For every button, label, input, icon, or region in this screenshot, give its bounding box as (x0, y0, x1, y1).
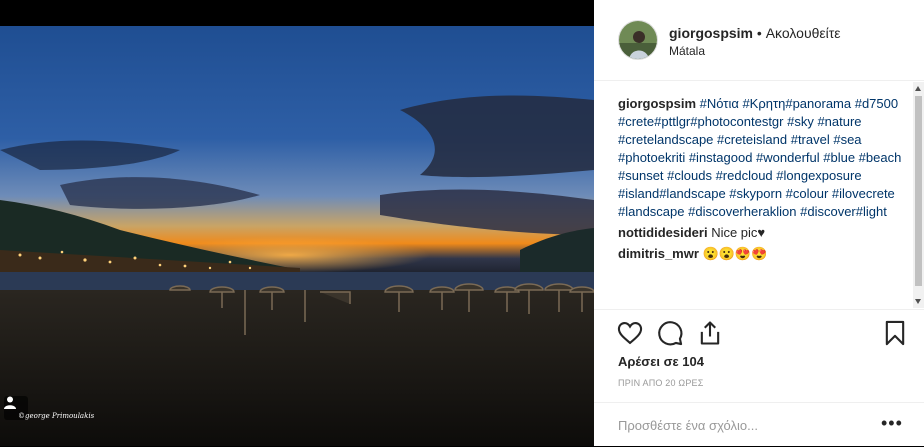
avatar-image (619, 21, 657, 59)
avatar[interactable] (618, 20, 658, 60)
post-header: giorgospsim • Ακολουθείτε Mátala (594, 0, 924, 81)
save-button[interactable] (881, 319, 909, 347)
action-bar (594, 309, 924, 354)
user-icon (4, 396, 16, 409)
comment-input[interactable]: Προσθέστε ένα σχόλιο... (618, 418, 758, 433)
bookmark-icon (885, 320, 905, 346)
post-timestamp[interactable]: ΠΡΙΝ ΑΠΟ 20 ΩΡΕΣ (618, 378, 704, 388)
scrollbar-thumb[interactable] (915, 96, 922, 286)
comment-text: 😮😮😍😍 (702, 246, 768, 261)
post-photo[interactable]: ©george Primoulakis (0, 0, 594, 446)
post-side-panel: giorgospsim • Ακολουθείτε Mátala giorgos… (594, 0, 924, 446)
heart-icon (617, 322, 643, 345)
comments-list: giorgospsim #Νότια #Κρητη#panorama #d750… (618, 95, 908, 307)
caption-author[interactable]: giorgospsim (618, 96, 696, 111)
following-button[interactable]: Ακολουθείτε (766, 25, 841, 41)
caption: giorgospsim #Νότια #Κρητη#panorama #d750… (618, 95, 908, 221)
likes-count[interactable]: Αρέσει σε 104 (618, 354, 704, 369)
follow-separator: • (753, 25, 766, 41)
share-icon (700, 321, 720, 345)
sunset-beach-image (0, 26, 594, 446)
username-link[interactable]: giorgospsim (669, 25, 753, 41)
more-options-button[interactable]: ••• (881, 413, 903, 434)
like-button[interactable] (616, 319, 644, 347)
comment-author[interactable]: nottididesideri (618, 225, 708, 240)
post-username-line: giorgospsim • Ακολουθείτε (669, 25, 841, 41)
comment-item: dimitris_mwr 😮😮😍😍 (618, 245, 908, 263)
comment-icon (658, 321, 683, 346)
scroll-up-arrow-icon[interactable] (915, 86, 921, 91)
comment-text: Nice pic♥ (711, 225, 766, 240)
comment-author[interactable]: dimitris_mwr (618, 246, 699, 261)
caption-hashtags[interactable]: #Νότια #Κρητη#panorama #d7500 #crete#ptt… (618, 96, 901, 219)
scroll-down-arrow-icon[interactable] (915, 299, 921, 304)
photo-watermark: ©george Primoulakis (18, 412, 95, 420)
share-button[interactable] (696, 319, 724, 347)
comment-button[interactable] (656, 319, 684, 347)
add-comment-section: Προσθέστε ένα σχόλιο... ••• (594, 402, 924, 447)
comment-item: nottididesideri Nice pic♥ (618, 224, 908, 242)
photo-top-bar (0, 0, 594, 26)
location-link[interactable]: Mátala (669, 44, 705, 58)
comments-scrollbar[interactable] (913, 82, 924, 308)
